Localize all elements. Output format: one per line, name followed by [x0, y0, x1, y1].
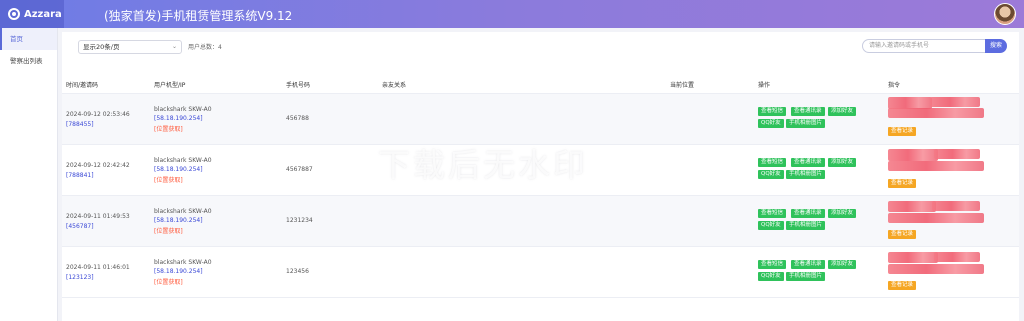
row-phone: 4567887 — [286, 166, 313, 173]
view-contacts-button[interactable]: 查看通讯录 — [791, 260, 825, 269]
view-contacts-button[interactable]: 查看通讯录 — [791, 107, 825, 116]
row-model: blackshark SKW-A0 — [154, 157, 212, 164]
view-sms-button[interactable]: 查看短信 — [758, 209, 787, 218]
view-record-button[interactable]: 查看记录 — [888, 230, 917, 239]
redacted-command — [932, 201, 980, 211]
th-time: 时间/邀请码 — [66, 82, 99, 89]
row-time: 2024-09-12 02:42:42 — [66, 162, 130, 169]
add-friend-button[interactable]: 添加好友 — [828, 209, 857, 218]
redacted-command — [888, 108, 984, 118]
user-count: 用户总数：4 — [188, 44, 222, 51]
main-panel: 显示20条/页 ⌄ 用户总数：4 请输入邀请码或手机号 搜索 时间/邀请码 用户… — [62, 32, 1019, 321]
page-title: (独家首发)手机租赁管理系统V9.12 — [104, 9, 293, 23]
row-code[interactable]: [788841] — [66, 172, 94, 179]
row-model: blackshark SKW-A0 — [154, 106, 212, 113]
view-sms-button[interactable]: 查看短信 — [758, 158, 787, 167]
sidebar-item-home[interactable]: 首页 — [0, 28, 57, 50]
view-sms-button[interactable]: 查看短信 — [758, 260, 787, 269]
search-input[interactable]: 请输入邀请码或手机号 — [862, 39, 986, 53]
th-command: 指令 — [888, 82, 901, 89]
redacted-command — [888, 213, 984, 223]
view-record-button[interactable]: 查看记录 — [888, 281, 917, 290]
th-device: 用户机型/IP — [154, 82, 186, 89]
add-friend-button[interactable]: 添加好友 — [828, 158, 857, 167]
table-row: 2024-09-12 02:53:46 [788455] blackshark … — [62, 94, 1019, 145]
redacted-command — [888, 201, 936, 212]
view-sms-button[interactable]: 查看短信 — [758, 107, 787, 116]
row-phone: 1231234 — [286, 217, 313, 224]
phone-album-button[interactable]: 手机相册图片 — [786, 119, 826, 128]
table-row: 2024-09-12 02:42:42 [788841] blackshark … — [62, 145, 1019, 196]
row-code[interactable]: [456787] — [66, 223, 94, 230]
qq-friend-button[interactable]: QQ好友 — [758, 119, 784, 128]
row-time: 2024-09-12 02:53:46 — [66, 111, 130, 118]
view-record-button[interactable]: 查看记录 — [888, 127, 917, 136]
row-ip[interactable]: [58.18.190.254] — [154, 268, 203, 275]
brand-logo[interactable]: Azzara — [0, 0, 64, 28]
redacted-command — [888, 149, 938, 161]
row-model: blackshark SKW-A0 — [154, 208, 212, 215]
view-record-button[interactable]: 查看记录 — [888, 179, 917, 188]
th-relation: 亲友关系 — [382, 82, 407, 89]
redacted-command — [934, 252, 980, 262]
add-friend-button[interactable]: 添加好友 — [828, 107, 857, 116]
avatar[interactable] — [994, 3, 1016, 25]
redacted-command — [888, 252, 938, 263]
data-table: 时间/邀请码 用户机型/IP 手机号码 亲友关系 当前位置 操作 指令 2024… — [62, 74, 1019, 298]
sidebar: 首页 警察出列表 — [0, 28, 58, 321]
row-location-link[interactable]: [位置获取] — [154, 226, 183, 235]
table-row: 2024-09-11 01:46:01 [123123] blackshark … — [62, 247, 1019, 298]
row-phone: 123456 — [286, 268, 309, 275]
view-contacts-button[interactable]: 查看通讯录 — [791, 209, 825, 218]
logo-icon — [8, 8, 20, 20]
view-contacts-button[interactable]: 查看通讯录 — [791, 158, 825, 167]
row-model: blackshark SKW-A0 — [154, 259, 212, 266]
row-ip[interactable]: [58.18.190.254] — [154, 217, 203, 224]
phone-album-button[interactable]: 手机相册图片 — [786, 221, 826, 230]
row-location-link[interactable]: [位置获取] — [154, 175, 183, 184]
brand-name: Azzara — [24, 8, 62, 20]
phone-album-button[interactable]: 手机相册图片 — [786, 272, 826, 281]
qq-friend-button[interactable]: QQ好友 — [758, 170, 784, 179]
redacted-command — [888, 161, 984, 171]
redacted-command — [934, 149, 980, 159]
row-ip[interactable]: [58.18.190.254] — [154, 115, 203, 122]
th-ops: 操作 — [758, 82, 771, 89]
search-button[interactable]: 搜索 — [985, 39, 1007, 53]
sidebar-item-list[interactable]: 警察出列表 — [0, 50, 57, 72]
th-location: 当前位置 — [670, 82, 695, 89]
qq-friend-button[interactable]: QQ好友 — [758, 221, 784, 230]
top-bar: Azzara (独家首发)手机租赁管理系统V9.12 — [0, 0, 1024, 28]
add-friend-button[interactable]: 添加好友 — [828, 260, 857, 269]
row-ip[interactable]: [58.18.190.254] — [154, 166, 203, 173]
row-time: 2024-09-11 01:49:53 — [66, 213, 130, 220]
row-time: 2024-09-11 01:46:01 — [66, 264, 130, 271]
row-location-link[interactable]: [位置获取] — [154, 124, 183, 133]
page-size-select[interactable]: 显示20条/页 ⌄ — [78, 40, 182, 54]
phone-album-button[interactable]: 手机相册图片 — [786, 170, 826, 179]
redacted-command — [930, 97, 980, 107]
row-location-link[interactable]: [位置获取] — [154, 277, 183, 286]
th-phone: 手机号码 — [286, 82, 311, 89]
row-phone: 456788 — [286, 115, 309, 122]
table-header: 时间/邀请码 用户机型/IP 手机号码 亲友关系 当前位置 操作 指令 — [62, 74, 1019, 94]
page-size-value: 显示20条/页 — [83, 43, 120, 51]
row-code[interactable]: [123123] — [66, 274, 94, 281]
table-row: 2024-09-11 01:49:53 [456787] blackshark … — [62, 196, 1019, 247]
row-code[interactable]: [788455] — [66, 121, 94, 128]
redacted-command — [888, 264, 984, 274]
qq-friend-button[interactable]: QQ好友 — [758, 272, 784, 281]
chevron-down-icon: ⌄ — [171, 43, 177, 50]
